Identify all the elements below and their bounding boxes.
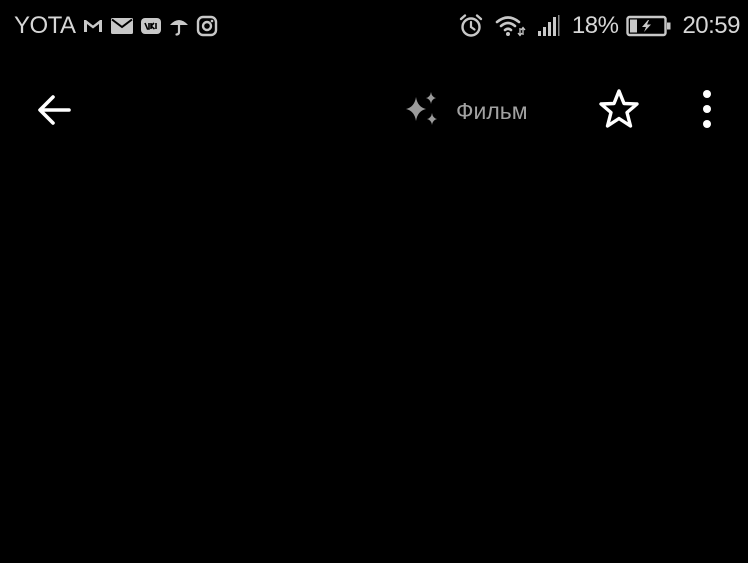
- alarm-icon: [458, 13, 484, 39]
- back-button[interactable]: [26, 84, 82, 140]
- status-bar-right: 18% 20:59: [458, 11, 740, 41]
- battery-charging-icon: [626, 14, 672, 38]
- wifi-icon: [494, 13, 526, 39]
- app-bar: Фильм: [0, 70, 748, 152]
- favorite-button[interactable]: [592, 84, 646, 138]
- carrier-name: YOTA: [14, 12, 76, 39]
- status-bar: YOTA 18% 20:59: [0, 0, 748, 54]
- star-outline-icon: [597, 87, 641, 136]
- photo-viewer-screen: YOTA 18% 20:59 Фильм: [0, 0, 748, 563]
- instagram-icon: [196, 15, 218, 37]
- mail-icon: [110, 15, 134, 37]
- film-label: Фильм: [456, 98, 528, 124]
- film-chip[interactable]: Фильм: [402, 88, 528, 134]
- media-content-area[interactable]: [0, 152, 748, 563]
- more-vert-icon: [701, 89, 713, 134]
- vk-icon: [140, 15, 162, 37]
- sparkle-icon: [402, 89, 442, 134]
- clock: 20:59: [682, 12, 740, 39]
- umbrella-icon: [168, 15, 190, 37]
- status-bar-left: YOTA: [14, 11, 218, 41]
- more-options-button[interactable]: [686, 84, 728, 138]
- arrow-left-icon: [35, 91, 73, 134]
- gmail-icon: [82, 15, 104, 37]
- battery-percent: 18%: [571, 12, 619, 39]
- signal-icon: [536, 13, 562, 39]
